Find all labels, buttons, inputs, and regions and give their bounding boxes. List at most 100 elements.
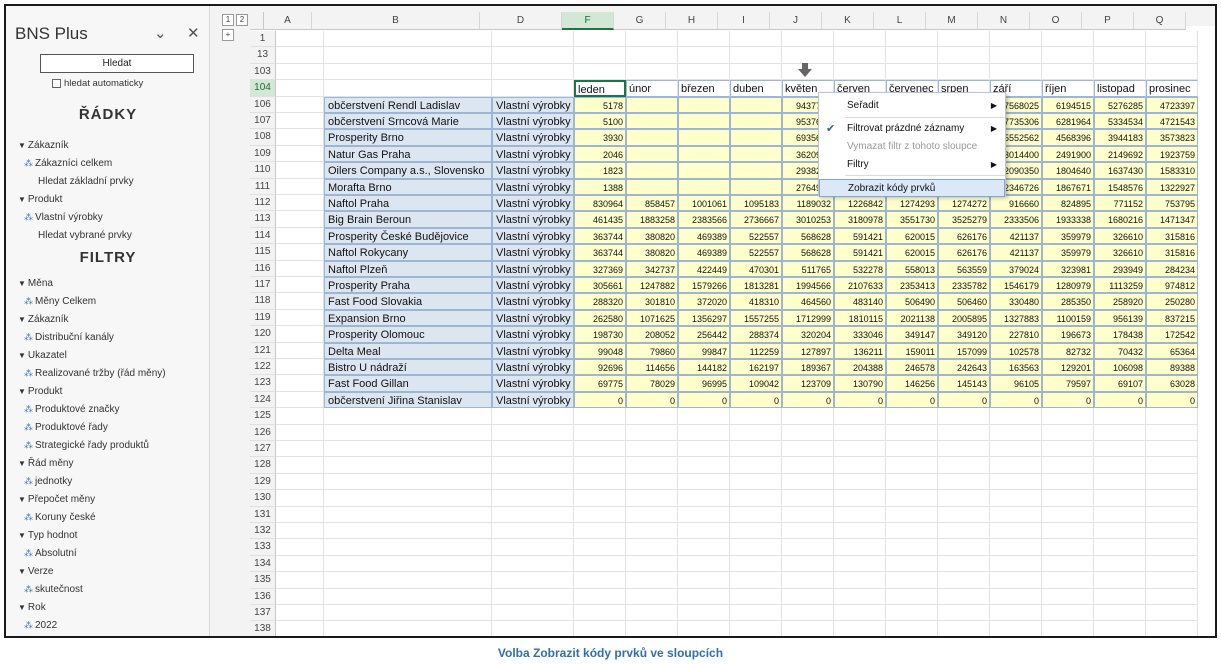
- context-menu-item[interactable]: Filtry ▶: [819, 156, 1005, 174]
- value-cell[interactable]: [678, 96, 730, 113]
- grid-cell[interactable]: [324, 441, 492, 458]
- value-cell[interactable]: [730, 162, 782, 179]
- value-cell[interactable]: 1471347: [1146, 211, 1198, 228]
- grid-cell[interactable]: [990, 408, 1042, 425]
- grid-cell[interactable]: [886, 555, 938, 573]
- grid-cell[interactable]: [1042, 572, 1094, 589]
- tree-item[interactable]: ▼ Typ hodnot: [18, 530, 77, 541]
- value-cell[interactable]: 568628: [782, 244, 834, 261]
- value-cell[interactable]: 196673: [1042, 326, 1094, 343]
- grid-cell[interactable]: [1094, 424, 1146, 441]
- grid-cell[interactable]: [1094, 506, 1146, 523]
- value-cell[interactable]: 3944183: [1094, 129, 1146, 146]
- grid-cell[interactable]: [782, 31, 834, 48]
- value-cell[interactable]: 330480: [990, 293, 1042, 310]
- tree-item[interactable]: ▼ Produkt: [18, 386, 62, 397]
- row-header[interactable]: 136: [250, 588, 276, 605]
- value-cell[interactable]: 109042: [730, 375, 782, 392]
- grid-cell[interactable]: [626, 63, 678, 81]
- grid-cell[interactable]: [276, 441, 324, 458]
- value-cell[interactable]: 1557255: [730, 309, 782, 327]
- tree-item[interactable]: Hledat vybrané prvky: [38, 230, 132, 241]
- value-cell[interactable]: [730, 178, 782, 195]
- tree-item[interactable]: ▼ Ukazatel: [18, 350, 67, 361]
- value-cell[interactable]: 0: [678, 391, 730, 409]
- grid-cell[interactable]: [886, 31, 938, 48]
- grid-cell[interactable]: [276, 342, 324, 359]
- grid-cell[interactable]: [730, 63, 782, 81]
- grid-cell[interactable]: [276, 457, 324, 474]
- expand-triangle-icon[interactable]: ▼: [18, 315, 26, 324]
- grid-cell[interactable]: [938, 47, 990, 64]
- value-cell[interactable]: 522557: [730, 227, 782, 245]
- month-header-cell[interactable]: duben: [730, 80, 782, 97]
- month-header-cell[interactable]: listopad: [1094, 80, 1146, 97]
- grid-cell[interactable]: [938, 441, 990, 458]
- product-cell[interactable]: Vlastní výrobky: [492, 260, 574, 277]
- grid-cell[interactable]: [1094, 523, 1146, 540]
- grid-cell[interactable]: [886, 63, 938, 81]
- value-cell[interactable]: 1548576: [1094, 178, 1146, 195]
- value-cell[interactable]: 5334534: [1094, 113, 1146, 130]
- value-cell[interactable]: 469389: [678, 227, 730, 245]
- grid-cell[interactable]: [990, 47, 1042, 64]
- grid-cell[interactable]: [626, 523, 678, 540]
- value-cell[interactable]: 130790: [834, 375, 886, 392]
- value-cell[interactable]: 327369: [574, 260, 626, 277]
- grid-cell[interactable]: [574, 63, 626, 81]
- value-cell[interactable]: 92696: [574, 359, 626, 376]
- value-cell[interactable]: 0: [626, 391, 678, 409]
- value-cell[interactable]: 227810: [990, 326, 1042, 343]
- row-header[interactable]: 120: [250, 326, 276, 343]
- value-cell[interactable]: 106098: [1094, 359, 1146, 376]
- value-cell[interactable]: [678, 129, 730, 146]
- grid-cell[interactable]: [938, 588, 990, 605]
- value-cell[interactable]: 2335782: [938, 277, 990, 294]
- grid-cell[interactable]: [886, 457, 938, 474]
- value-cell[interactable]: 464560: [782, 293, 834, 310]
- grid-cell[interactable]: [1042, 588, 1094, 605]
- tree-item[interactable]: ⁂ Absolutní: [24, 548, 77, 559]
- grid-cell[interactable]: [834, 555, 886, 573]
- value-cell[interactable]: 96105: [990, 375, 1042, 392]
- tree-item[interactable]: ⁂ 2022: [24, 620, 57, 631]
- grid-cell[interactable]: [834, 588, 886, 605]
- grid-cell[interactable]: [990, 588, 1042, 605]
- grid-cell[interactable]: [276, 162, 324, 179]
- grid-cell[interactable]: [834, 424, 886, 441]
- product-cell[interactable]: Vlastní výrobky: [492, 309, 574, 327]
- product-cell[interactable]: Vlastní výrobky: [492, 391, 574, 409]
- grid-cell[interactable]: [324, 506, 492, 523]
- expand-triangle-icon[interactable]: ▼: [18, 567, 26, 576]
- row-header[interactable]: 135: [250, 572, 276, 589]
- value-cell[interactable]: 82732: [1042, 342, 1094, 359]
- value-cell[interactable]: 242643: [938, 359, 990, 376]
- value-cell[interactable]: 342737: [626, 260, 678, 277]
- customer-name-cell[interactable]: Naftol Praha: [324, 195, 492, 212]
- grid-cell[interactable]: [574, 47, 626, 64]
- grid-cell[interactable]: [492, 457, 574, 474]
- value-cell[interactable]: 1113259: [1094, 277, 1146, 294]
- grid-cell[interactable]: [1094, 555, 1146, 573]
- column-header-d[interactable]: D: [480, 12, 562, 30]
- grid-cell[interactable]: [276, 31, 324, 48]
- grid-cell[interactable]: [990, 63, 1042, 81]
- product-cell[interactable]: Vlastní výrobky: [492, 293, 574, 310]
- grid-cell[interactable]: [276, 555, 324, 573]
- grid-cell[interactable]: [1146, 506, 1198, 523]
- grid-cell[interactable]: [276, 260, 324, 277]
- grid-cell[interactable]: [730, 523, 782, 540]
- customer-name-cell[interactable]: Naftol Plzeň: [324, 260, 492, 277]
- grid-cell[interactable]: [678, 621, 730, 636]
- value-cell[interactable]: 483140: [834, 293, 886, 310]
- value-cell[interactable]: 323981: [1042, 260, 1094, 277]
- grid-cell[interactable]: [492, 539, 574, 556]
- value-cell[interactable]: 189367: [782, 359, 834, 376]
- value-cell[interactable]: 2333506: [990, 211, 1042, 228]
- customer-name-cell[interactable]: Expansion Brno: [324, 309, 492, 327]
- column-header-o[interactable]: O: [1030, 12, 1082, 30]
- value-cell[interactable]: 421137: [990, 244, 1042, 261]
- grid-cell[interactable]: [1146, 441, 1198, 458]
- grid-cell[interactable]: [626, 539, 678, 556]
- grid-cell[interactable]: [678, 555, 730, 573]
